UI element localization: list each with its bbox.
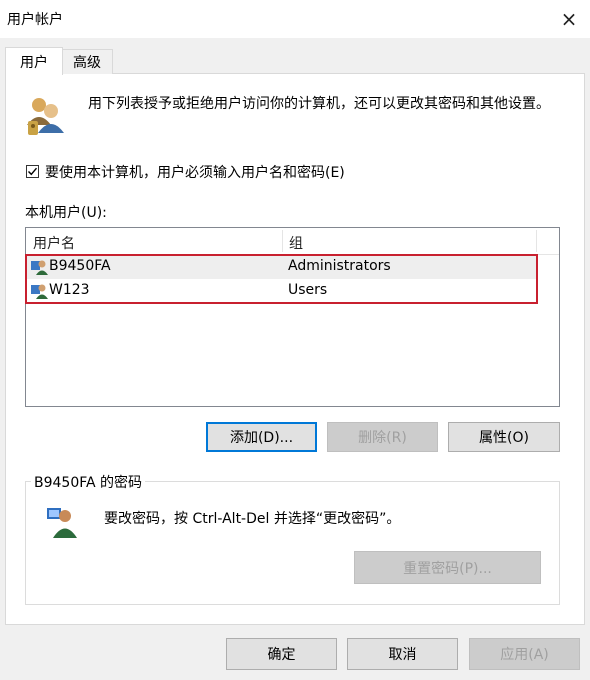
checkmark-icon — [28, 167, 38, 176]
cancel-button[interactable]: 取消 — [347, 638, 458, 670]
password-instructions: 要改密码，按 Ctrl-Alt-Del 并选择“更改密码”。 — [104, 511, 401, 527]
window-title: 用户帐户 — [7, 12, 63, 28]
ok-button[interactable]: 确定 — [226, 638, 337, 670]
column-header-username[interactable]: 用户名 — [33, 233, 75, 253]
apply-button[interactable]: 应用(A) — [469, 638, 580, 670]
require-password-checkbox[interactable] — [26, 165, 39, 178]
column-separator[interactable] — [282, 230, 283, 252]
tab-users[interactable]: 用户 — [5, 47, 63, 75]
intro-text: 用下列表授予或拒绝用户访问你的计算机，还可以更改其密码和其他设置。 — [88, 96, 550, 112]
column-header-group[interactable]: 组 — [289, 233, 303, 253]
properties-button[interactable]: 属性(O) — [448, 422, 560, 452]
reset-password-button[interactable]: 重置密码(P)... — [354, 551, 541, 584]
users-list-label: 本机用户(U): — [25, 205, 107, 221]
users-group-icon — [27, 98, 64, 135]
highlight-box — [25, 254, 538, 304]
require-password-label[interactable]: 要使用本计算机，用户必须输入用户名和密码(E) — [45, 162, 345, 182]
column-separator[interactable] — [536, 230, 537, 252]
add-user-button[interactable]: 添加(D)... — [206, 422, 317, 452]
user-password-icon — [47, 508, 77, 538]
title-bar — [0, 0, 590, 38]
close-icon[interactable]: × — [548, 0, 590, 38]
password-group — [25, 481, 560, 605]
password-group-title: B9450FA 的密码 — [31, 472, 146, 492]
tab-advanced[interactable]: 高级 — [61, 49, 113, 74]
remove-user-button[interactable]: 删除(R) — [327, 422, 438, 452]
